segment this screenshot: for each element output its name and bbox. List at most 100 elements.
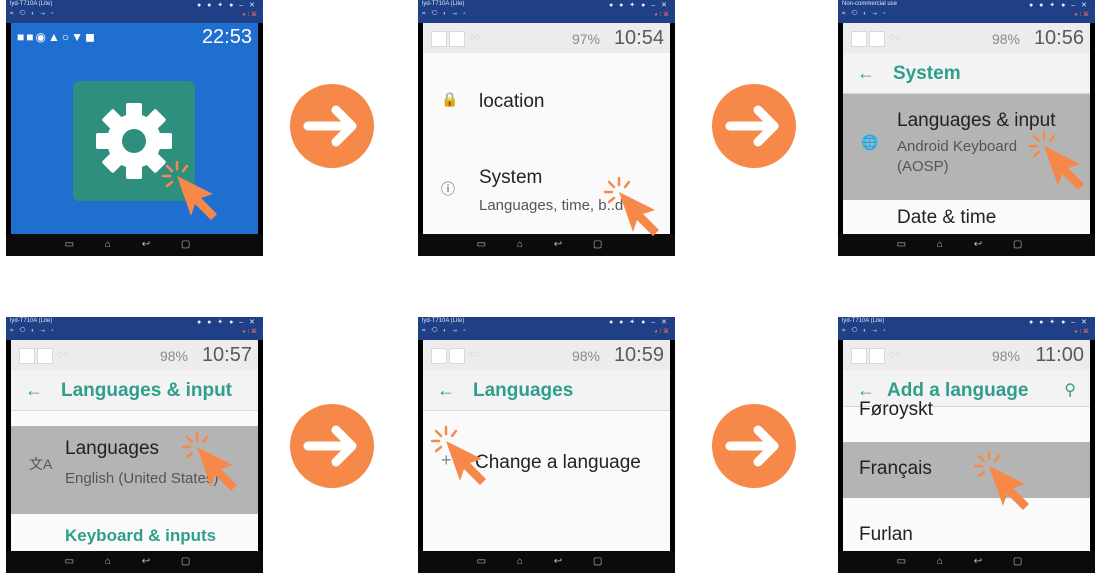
status-square — [851, 31, 867, 47]
nav-icons[interactable]: ▭ ⌂ ↩ ▢ — [838, 239, 1095, 250]
back-arrow-icon[interactable]: ← — [857, 380, 875, 401]
window-right-icons[interactable]: ◕ ⁝ ⌘ — [654, 328, 669, 335]
list-item[interactable]: Date & time — [843, 205, 1090, 234]
nav-icons[interactable]: ▭ ⌂ ↩ ▢ — [6, 556, 263, 567]
status-bar: ■■◉▲○▼◼ 22:53 — [11, 23, 258, 55]
window-title: lyd-T710A (Lite) — [422, 1, 465, 7]
status-square — [851, 348, 867, 364]
list-item[interactable]: Føroyskt — [843, 399, 1090, 437]
list-item[interactable]: 🔒 location — [423, 69, 670, 133]
back-arrow-icon[interactable]: ← — [25, 380, 43, 401]
battery-percent: 98% — [991, 348, 1020, 364]
status-square — [869, 348, 885, 364]
status-bar: ◌◌ 98% 11:00 — [843, 340, 1090, 370]
window-titlebar: lyd-T710A (Lite) ● ● ✦ ● – ✕ ⌗ ⟲ ◐ ⇥ ⌑ ◕… — [418, 317, 675, 340]
translate-icon: 文A — [29, 456, 53, 472]
row-title: Languages — [65, 438, 160, 459]
battery-percent: 98% — [991, 31, 1020, 47]
status-square — [37, 348, 53, 364]
page-title: Languages & input — [61, 380, 232, 401]
window-right-icons[interactable]: ◕ ⁝ ⌘ — [242, 328, 257, 335]
app-bar: ← Languages & input — [11, 370, 258, 411]
window-toolbar[interactable]: ⌗ ⟲ ◐ ⇥ ⌑ — [842, 328, 888, 335]
tap-cursor-icon — [181, 431, 237, 491]
window-right-icons[interactable]: ◕ ⁝ ⌘ — [654, 11, 669, 18]
status-square — [869, 31, 885, 47]
android-nav-bar: ▭ ⌂ ↩ ▢ — [838, 551, 1095, 573]
row-title: location — [479, 91, 545, 112]
row-title: Furlan — [859, 524, 913, 545]
row-subtitle: Android Keyboard — [897, 138, 1018, 155]
window-right-icons[interactable]: ◕ ⁝ ⌘ — [1074, 11, 1089, 18]
window-right-icons[interactable]: ◕ ⁝ ⌘ — [1074, 328, 1089, 335]
window-controls[interactable]: ● ● ✦ ● – ✕ — [197, 1, 257, 9]
battery-percent: 97% — [571, 31, 600, 47]
nav-icons[interactable]: ▭ ⌂ ↩ ▢ — [838, 556, 1095, 567]
window-toolbar[interactable]: ⌗ ⟲ ◐ ⇥ ⌑ — [10, 328, 56, 335]
device-screen: ◌◌ 98% 11:00 ← Add a language ⚲ Føroyskt… — [843, 340, 1090, 551]
row-title: Languages & input — [897, 110, 1056, 131]
status-square — [431, 348, 447, 364]
step4-panel: lyd-T710A (Lite) ● ● ✦ ● – ✕ ⌗ ⟲ ◐ ⇥ ⌑ ◕… — [6, 317, 263, 573]
tap-cursor-icon — [430, 425, 486, 485]
status-time: 10:57 — [201, 344, 252, 366]
window-title: lyd-T710A (Lite) — [10, 1, 53, 7]
window-toolbar[interactable]: ⌗ ⟲ ◐ ⇥ ⌑ — [422, 328, 468, 335]
status-time: 22:53 — [201, 26, 252, 48]
window-titlebar: lyd-T710A (Lite) ● ● ✦ ● – ✕ ⌗ ⟲ ◐ ⇥ ⌑ ◕… — [6, 317, 263, 340]
status-time: 10:59 — [613, 344, 664, 366]
status-time: 10:54 — [613, 27, 664, 49]
list-item[interactable]: Français — [843, 442, 1090, 498]
window-toolbar[interactable]: ⌗ ⟲ ◐ ⇥ ⌑ — [10, 11, 56, 18]
globe-icon: 🌐 — [861, 134, 879, 150]
window-toolbar[interactable]: ⌗ ⟲ ◐ ⇥ ⌑ — [842, 11, 888, 18]
battery-percent: 98% — [159, 348, 188, 364]
window-titlebar: lyd-T710A (Lite) ● ● ✦ ● – ✕ ⌗ ⟲ ◐ ⇥ ⌑ ◕… — [6, 0, 263, 23]
status-bar: ◌◌ 98% 10:56 — [843, 23, 1090, 53]
app-bar: ← Languages — [423, 370, 670, 411]
window-controls[interactable]: ● ● ✦ ● – ✕ — [609, 318, 669, 326]
window-controls[interactable]: ● ● ✦ ● – ✕ — [1029, 318, 1089, 326]
status-dots: ◌◌ — [469, 32, 481, 43]
status-square — [19, 348, 35, 364]
next-step-arrow-icon — [712, 84, 796, 168]
status-dots: ◌◌ — [57, 349, 69, 360]
row-title: System — [479, 167, 543, 188]
nav-icons[interactable]: ▭ ⌂ ↩ ▢ — [418, 556, 675, 567]
page-title: Languages — [473, 380, 574, 401]
back-arrow-icon[interactable]: ← — [437, 380, 455, 401]
android-nav-bar: ▭ ⌂ ↩ ▢ — [838, 234, 1095, 256]
status-bar: ◌◌ 98% 10:57 — [11, 340, 258, 370]
status-time: 10:56 — [1033, 27, 1084, 49]
android-nav-bar: ▭ ⌂ ↩ ▢ — [418, 551, 675, 573]
step5-panel: lyd-T710A (Lite) ● ● ✦ ● – ✕ ⌗ ⟲ ◐ ⇥ ⌑ ◕… — [418, 317, 675, 573]
battery-percent: 98% — [571, 348, 600, 364]
window-title: lyd-T710A (Lite) — [10, 318, 53, 324]
nav-icons[interactable]: ▭ ⌂ ↩ ▢ — [418, 239, 675, 250]
page-title: System — [893, 63, 961, 84]
tap-cursor-icon — [1028, 130, 1084, 190]
list-item[interactable]: Furlan — [843, 508, 1090, 551]
lock-icon: 🔒 — [441, 91, 459, 107]
status-square — [449, 31, 465, 47]
window-controls[interactable]: ● ● ✦ ● – ✕ — [197, 318, 257, 326]
back-arrow-icon[interactable]: ← — [857, 63, 875, 84]
app-bar: ← System — [843, 53, 1090, 94]
android-nav-bar: ▭ ⌂ ↩ ▢ — [6, 234, 263, 256]
next-step-arrow-icon — [290, 84, 374, 168]
tap-cursor-icon — [161, 160, 217, 220]
list-item[interactable]: Keyboard & inputs — [11, 526, 258, 551]
status-time: 11:00 — [1035, 344, 1084, 366]
window-controls[interactable]: ● ● ✦ ● – ✕ — [1029, 1, 1089, 9]
step2-panel: lyd-T710A (Lite) ● ● ✦ ● – ✕ ⌗ ⟲ ◐ ⇥ ⌑ ◕… — [418, 0, 675, 256]
window-titlebar: lyd-T710A (Lite) ● ● ✦ ● – ✕ ⌗ ⟲ ◐ ⇥ ⌑ ◕… — [838, 317, 1095, 340]
window-toolbar[interactable]: ⌗ ⟲ ◐ ⇥ ⌑ — [422, 11, 468, 18]
window-controls[interactable]: ● ● ✦ ● – ✕ — [609, 1, 669, 9]
search-icon[interactable]: ⚲ — [1064, 380, 1076, 400]
window-titlebar: lyd-T710A (Lite) ● ● ✦ ● – ✕ ⌗ ⟲ ◐ ⇥ ⌑ ◕… — [418, 0, 675, 23]
status-dots: ◌◌ — [889, 32, 901, 43]
window-titlebar: Non-commercial use ● ● ✦ ● – ✕ ⌗ ⟲ ◐ ⇥ ⌑… — [838, 0, 1095, 23]
window-right-icons[interactable]: ◕ ⁝ ⌘ — [242, 11, 257, 18]
row-title: Français — [859, 458, 932, 479]
nav-icons[interactable]: ▭ ⌂ ↩ ▢ — [6, 239, 263, 250]
